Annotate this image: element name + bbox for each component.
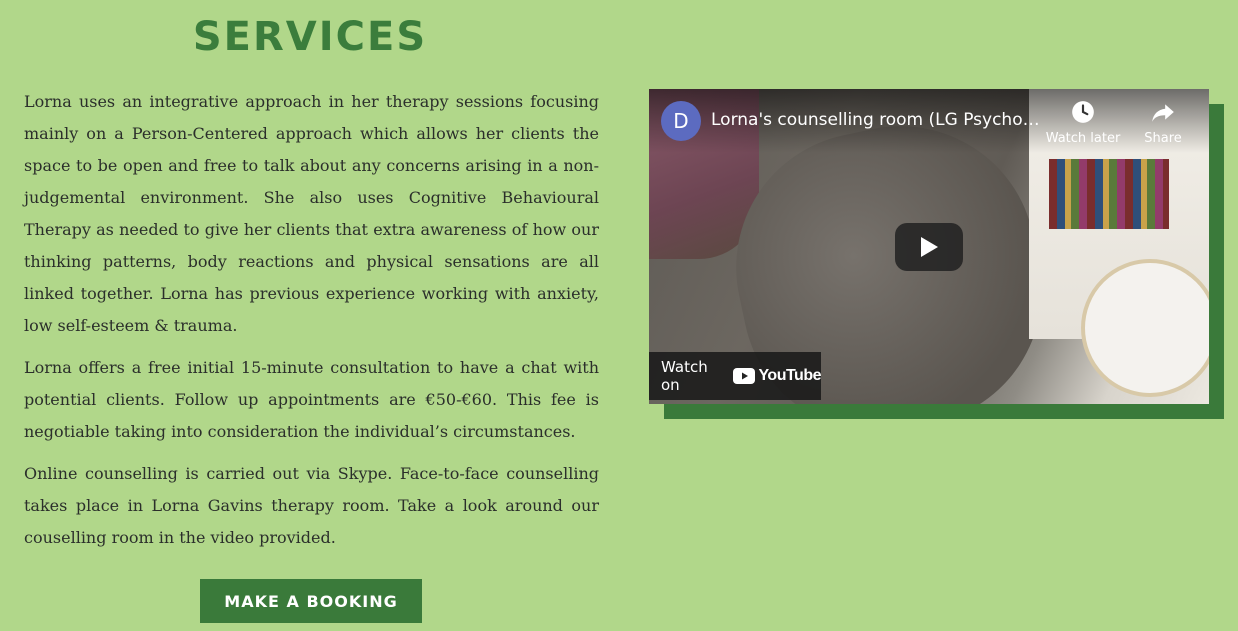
video-thumbnail-books bbox=[1049, 159, 1169, 229]
clock-icon bbox=[1072, 101, 1094, 123]
play-button[interactable] bbox=[895, 223, 963, 271]
play-icon bbox=[921, 237, 938, 257]
youtube-wordmark: YouTube bbox=[758, 367, 821, 384]
watch-on-youtube-button[interactable]: Watch on YouTube bbox=[649, 352, 821, 400]
services-description: Lorna uses an integrative approach in he… bbox=[24, 86, 599, 564]
section-heading: SERVICES bbox=[192, 14, 428, 60]
youtube-logo-icon bbox=[733, 368, 756, 384]
youtube-video-embed[interactable]: D Lorna's counselling room (LG Psychothe… bbox=[649, 89, 1209, 404]
watch-on-label: Watch on bbox=[661, 358, 708, 394]
paragraph-online: Online counselling is carried out via Sk… bbox=[24, 464, 599, 547]
share-arrow-icon bbox=[1152, 104, 1174, 122]
channel-avatar[interactable]: D bbox=[661, 101, 701, 141]
make-booking-button[interactable]: MAKE A BOOKING bbox=[200, 579, 422, 623]
watch-later-button[interactable]: Watch later bbox=[1043, 99, 1123, 146]
paragraph-approach: Lorna uses an integrative approach in he… bbox=[24, 92, 599, 335]
video-thumbnail-table bbox=[1081, 259, 1209, 397]
youtube-logo: YouTube bbox=[733, 367, 821, 385]
watch-later-label: Watch later bbox=[1045, 131, 1121, 146]
share-label: Share bbox=[1144, 131, 1182, 146]
paragraph-fees: Lorna offers a free initial 15-minute co… bbox=[24, 358, 599, 441]
share-button[interactable]: Share bbox=[1123, 99, 1203, 146]
video-title-link[interactable]: Lorna's counselling room (LG Psychothera… bbox=[711, 110, 1041, 130]
